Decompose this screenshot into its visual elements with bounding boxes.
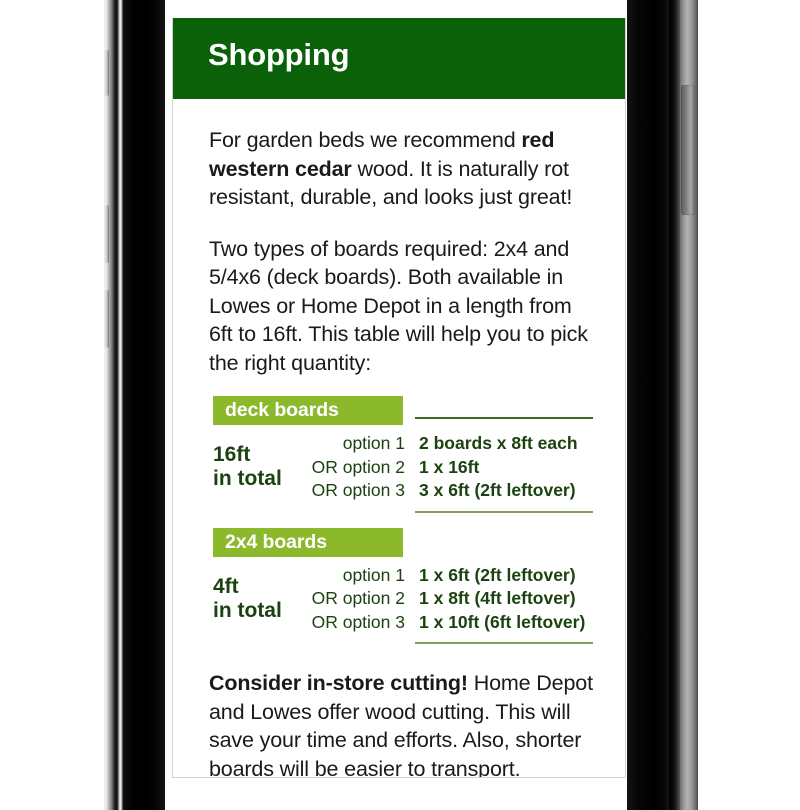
board-total-cell: 16ft in total <box>209 443 301 491</box>
table-bottom-rule <box>415 510 593 513</box>
board-option-value: 1 x 10ft (6ft leftover) <box>419 611 586 632</box>
board-values-cell: 2 boards x 8ft each 1 x 16ft 3 x 6ft (2f… <box>419 432 593 503</box>
board-table-label: 2x4 boards <box>213 527 403 557</box>
board-option-value: 1 x 8ft (4ft leftover) <box>419 588 576 608</box>
article-body: For garden beds we recommend red western… <box>173 100 625 777</box>
board-total-amount: 16ft <box>213 443 251 467</box>
phone-left-outer-bezel <box>104 0 114 810</box>
board-total-cell: 4ft in total <box>209 575 301 623</box>
board-total-suffix: in total <box>213 598 282 622</box>
paragraph-cedar-recommendation: For garden beds we recommend red western… <box>209 126 593 212</box>
volume-up-button[interactable] <box>104 205 109 263</box>
board-option-value: 1 x 6ft (2ft leftover) <box>419 564 576 585</box>
power-button[interactable] <box>681 85 695 215</box>
board-values-cell: 1 x 6ft (2ft leftover) 1 x 8ft (4ft left… <box>419 564 593 635</box>
board-table-deck-boards: deck boards 16ft in total option 1 OR op… <box>209 396 593 513</box>
board-options-cell: option 1 OR option 2 OR option 3 <box>301 564 419 635</box>
paragraph-board-types: Two types of boards required: 2x4 and 5/… <box>209 236 588 375</box>
board-table-header-row: 2x4 boards <box>209 527 593 558</box>
app-content-card: Shopping For garden beds we recommend re… <box>172 18 626 778</box>
table-bottom-rule <box>415 642 593 644</box>
app-header-bar: Shopping <box>173 18 625 99</box>
board-total-suffix: in total <box>213 467 282 491</box>
page-title: Shopping <box>208 37 350 72</box>
board-option-label: option 1 <box>342 433 405 453</box>
phone-screen: Shopping For garden beds we recommend re… <box>166 0 627 810</box>
board-total-amount: 4ft <box>213 574 239 598</box>
phone-device-frame: Shopping For garden beds we recommend re… <box>0 0 800 810</box>
board-table-header-row: deck boards <box>209 396 593 426</box>
volume-down-button[interactable] <box>104 290 109 348</box>
phone-right-mid-bezel <box>667 0 680 810</box>
phone-right-inner-bezel <box>627 0 667 810</box>
paragraph-cedar-text-1: For garden beds we recommend <box>209 128 522 152</box>
paragraph-in-store-cutting: Consider in-store cutting! Home Depot an… <box>209 669 593 777</box>
board-option-label: OR option 3 <box>311 480 405 500</box>
board-table-body: 4ft in total option 1 OR option 2 OR opt… <box>209 564 593 635</box>
board-option-value: 2 boards x 8ft each <box>419 433 578 453</box>
phone-left-mid-bezel <box>114 0 123 810</box>
silent-switch-button[interactable] <box>104 50 109 96</box>
board-table-body: 16ft in total option 1 OR option 2 OR op… <box>209 432 593 503</box>
board-option-label: OR option 2 <box>311 588 405 608</box>
board-option-label: OR option 2 <box>311 456 405 477</box>
board-option-label: option 1 <box>342 564 405 585</box>
board-options-cell: option 1 OR option 2 OR option 3 <box>301 432 419 503</box>
paragraph-cutting-bold: Consider in-store cutting! <box>209 671 468 695</box>
board-option-label: OR option 3 <box>311 611 405 632</box>
board-option-value: 1 x 16ft <box>419 456 480 477</box>
board-table-label: deck boards <box>213 396 403 425</box>
phone-left-inner-bezel <box>123 0 165 810</box>
board-table-2x4-boards: 2x4 boards 4ft in total option 1 OR opti… <box>209 527 593 644</box>
board-option-value: 3 x 6ft (2ft leftover) <box>419 480 576 500</box>
table-top-rule <box>415 417 593 419</box>
